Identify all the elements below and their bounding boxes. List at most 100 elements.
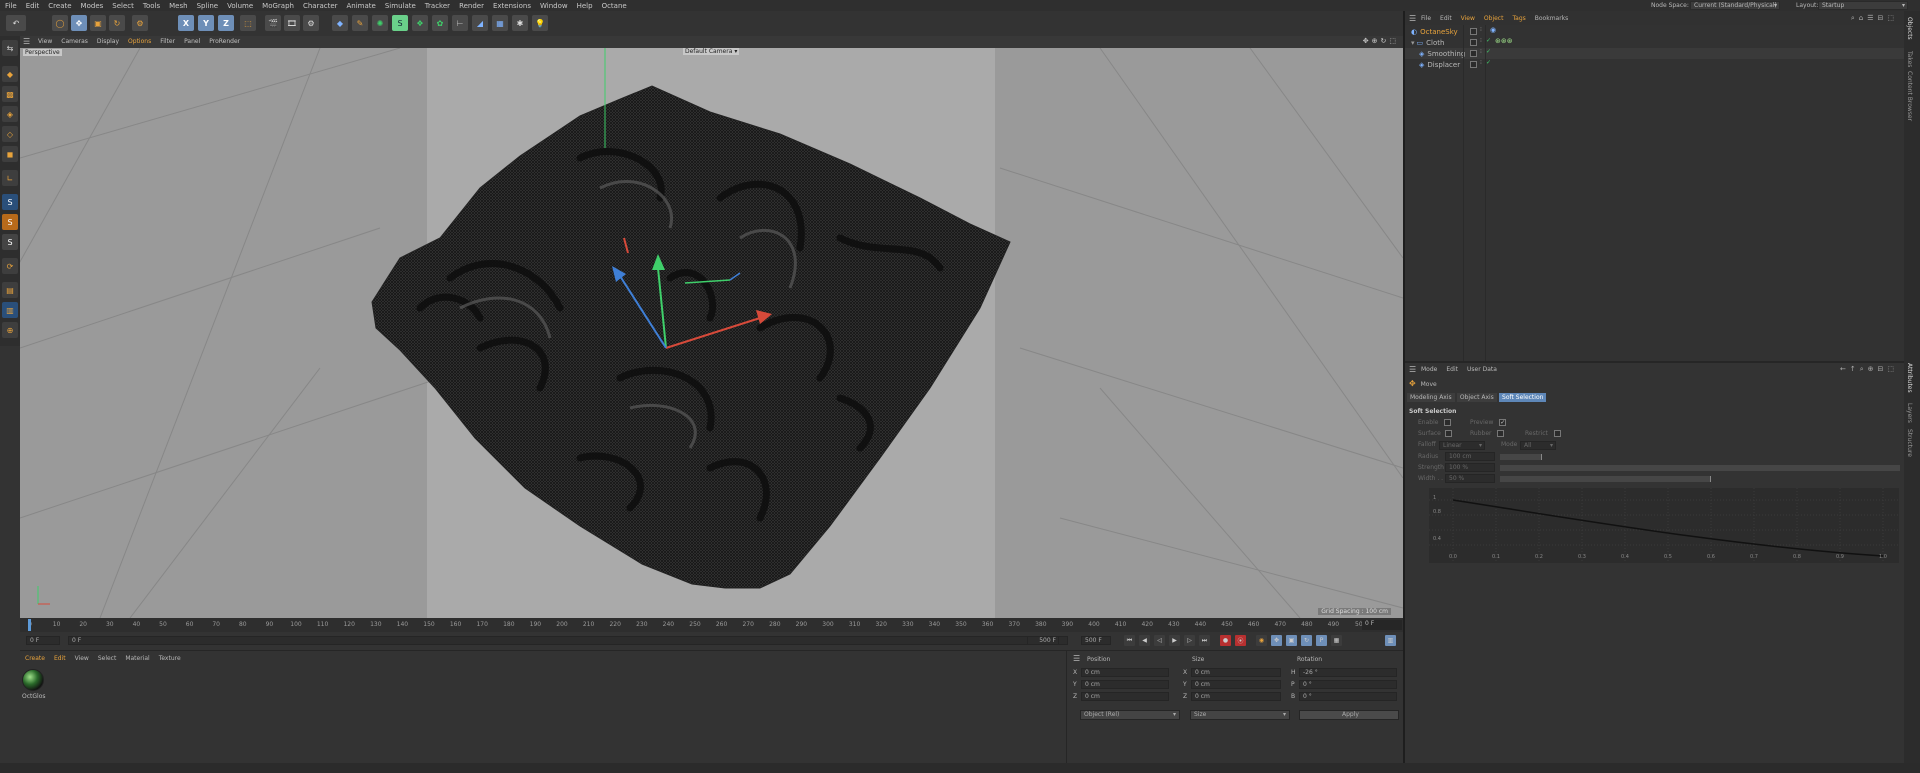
scale-icon[interactable]: ▣ bbox=[90, 15, 106, 31]
min-frame-field[interactable]: 0 F bbox=[68, 636, 1068, 645]
object-row-octanesky[interactable]: ◐ OctaneSky ⁝ ◉ bbox=[1405, 26, 1904, 37]
visibility-dots[interactable]: ⁝ bbox=[1480, 59, 1482, 66]
rotate-icon[interactable]: ↻ bbox=[109, 15, 125, 31]
object-menu-item-bookmarks[interactable]: Bookmarks bbox=[1535, 15, 1569, 22]
recent-tools-icon[interactable]: ⚙ bbox=[132, 15, 148, 31]
cloner-icon[interactable]: ❖ bbox=[412, 15, 428, 31]
viewport-menu-item-cameras[interactable]: Cameras bbox=[61, 38, 88, 45]
key-scale-icon[interactable]: ▣ bbox=[1286, 635, 1297, 646]
key-rotation-icon[interactable]: ↻ bbox=[1301, 635, 1312, 646]
object-menu-item-edit[interactable]: Edit bbox=[1440, 15, 1452, 22]
falloff-graph-canvas[interactable] bbox=[1429, 488, 1899, 563]
octane-object-icon[interactable]: S bbox=[2, 214, 18, 230]
cloth-tag-icons[interactable]: ⊛⊛⊛ bbox=[1495, 37, 1513, 45]
record-icon[interactable]: ● bbox=[1220, 635, 1231, 646]
layer-checkbox[interactable] bbox=[1470, 50, 1477, 57]
goto-start-icon[interactable]: ⏮ bbox=[1124, 635, 1135, 646]
current-frame-field[interactable]: 0 F bbox=[1362, 620, 1402, 630]
tab-content-browser[interactable]: Content Browser bbox=[1906, 71, 1913, 121]
menu-item-edit[interactable]: Edit bbox=[26, 2, 40, 10]
radius-slider[interactable] bbox=[1500, 454, 1542, 460]
keyframe-selection-icon[interactable]: ◉ bbox=[1256, 635, 1267, 646]
viewport-menu-item-filter[interactable]: Filter bbox=[160, 38, 175, 45]
material-swatch[interactable] bbox=[22, 669, 44, 691]
timeline-layout-icon[interactable]: ▥ bbox=[1385, 635, 1396, 646]
falloff-dropdown[interactable]: Linear ▾ bbox=[1439, 441, 1485, 450]
playhead[interactable] bbox=[28, 619, 31, 631]
visibility-dots[interactable]: ⁝ bbox=[1480, 26, 1482, 33]
goto-end-icon[interactable]: ⏭ bbox=[1199, 635, 1210, 646]
mode-dropdown[interactable]: All ▾ bbox=[1520, 441, 1556, 450]
octane-material-icon[interactable]: ⊕ bbox=[2, 322, 18, 338]
key-position-icon[interactable]: ✥ bbox=[1271, 635, 1282, 646]
object-menu-item-object[interactable]: Object bbox=[1484, 15, 1504, 22]
width-field[interactable]: 50 % bbox=[1445, 474, 1495, 483]
restrict-checkbox[interactable] bbox=[1553, 430, 1561, 437]
tab-modeling-axis[interactable]: Modeling Axis bbox=[1407, 393, 1455, 402]
material-name[interactable]: OctGlos bbox=[22, 693, 46, 700]
menu-item-create[interactable]: Create bbox=[48, 2, 71, 10]
object-manager-tools[interactable]: ⌕⌂☰⊟⬚ bbox=[1851, 14, 1898, 23]
x-axis-icon[interactable]: X bbox=[178, 15, 194, 31]
symmetry-icon[interactable]: ⊢ bbox=[452, 15, 468, 31]
make-editable-icon[interactable]: ⇆ bbox=[2, 40, 18, 56]
viewport-menu-item-view[interactable]: View bbox=[38, 38, 52, 45]
enable-check-icon[interactable]: ✓ bbox=[1486, 59, 1491, 66]
strength-slider[interactable] bbox=[1500, 465, 1900, 471]
cube-icon[interactable]: ◆ bbox=[332, 15, 348, 31]
node-space-dropdown[interactable]: Current (Standard/Physical) ▾ bbox=[1690, 1, 1780, 10]
attribute-menu-item-edit[interactable]: Edit bbox=[1446, 366, 1458, 373]
material-menu-item-edit[interactable]: Edit bbox=[54, 655, 66, 662]
rotation-h-field[interactable]: -26 ° bbox=[1299, 668, 1397, 677]
menu-item-window[interactable]: Window bbox=[540, 2, 568, 10]
live-selection-icon[interactable]: ◯ bbox=[52, 15, 68, 31]
size-z-field[interactable]: 0 cm bbox=[1191, 692, 1281, 701]
tab-layers[interactable]: Layers bbox=[1906, 403, 1913, 423]
tab-soft-selection[interactable]: Soft Selection bbox=[1499, 393, 1547, 402]
menu-item-extensions[interactable]: Extensions bbox=[493, 2, 531, 10]
enable-checkbox[interactable] bbox=[1444, 419, 1452, 426]
object-menu-item-tags[interactable]: Tags bbox=[1512, 15, 1525, 22]
material-menu-item-create[interactable]: Create bbox=[25, 655, 45, 662]
attribute-menu-item-user-data[interactable]: User Data bbox=[1467, 366, 1497, 373]
viewport-nav-icons[interactable]: ✥⊕↻⬚ bbox=[1363, 37, 1399, 45]
object-row-smoothing[interactable]: ◈ Smoothing ⁝ ✓ bbox=[1405, 48, 1904, 59]
viewport-menu-item-panel[interactable]: Panel bbox=[184, 38, 200, 45]
menu-item-volume[interactable]: Volume bbox=[227, 2, 253, 10]
attribute-nav-icons[interactable]: ←↑⌕⊕⊟⬚ bbox=[1840, 365, 1898, 374]
octane-live-icon[interactable]: S bbox=[2, 194, 18, 210]
octane-settings-icon[interactable]: S bbox=[2, 234, 18, 250]
subdivision-icon[interactable]: ✺ bbox=[372, 15, 388, 31]
viewport-menu-item-options[interactable]: Options bbox=[128, 38, 151, 45]
menu-item-help[interactable]: Help bbox=[577, 2, 593, 10]
light-icon[interactable]: ✱ bbox=[512, 15, 528, 31]
menu-item-render[interactable]: Render bbox=[459, 2, 484, 10]
layer-checkbox[interactable] bbox=[1470, 39, 1477, 46]
menu-item-animate[interactable]: Animate bbox=[347, 2, 376, 10]
start-frame-field[interactable]: 0 F bbox=[26, 636, 60, 645]
enable-snap-icon[interactable]: ⟳ bbox=[2, 258, 18, 274]
texture-mode-icon[interactable]: ▩ bbox=[2, 86, 18, 102]
coordinate-mode-dropdown[interactable]: Object (Rel) ▾ bbox=[1080, 710, 1180, 720]
coordinate-system-icon[interactable]: ⬚ bbox=[240, 15, 256, 31]
menu-item-tracker[interactable]: Tracker bbox=[425, 2, 450, 10]
end-frame-field[interactable]: 500 F bbox=[1081, 636, 1111, 645]
position-x-field[interactable]: 0 cm bbox=[1081, 668, 1169, 677]
object-menu-item-view[interactable]: View bbox=[1461, 15, 1475, 22]
workplane-icon[interactable]: ▤ bbox=[2, 282, 18, 298]
polygons-mode-icon[interactable]: ◼ bbox=[2, 146, 18, 162]
undo-icon[interactable]: ↶ bbox=[6, 15, 26, 31]
z-axis-icon[interactable]: Z bbox=[218, 15, 234, 31]
snap-settings-icon[interactable]: ▥ bbox=[2, 302, 18, 318]
menu-item-select[interactable]: Select bbox=[112, 2, 134, 10]
play-icon[interactable]: ▶ bbox=[1169, 635, 1180, 646]
volume-builder-icon[interactable]: ✿ bbox=[432, 15, 448, 31]
tab-object-axis[interactable]: Object Axis bbox=[1456, 393, 1497, 402]
light-bulb-icon[interactable]: 💡 bbox=[532, 15, 548, 31]
attribute-menu-item-mode[interactable]: Mode bbox=[1421, 366, 1437, 373]
material-menu-item-material[interactable]: Material bbox=[125, 655, 149, 662]
menu-item-tools[interactable]: Tools bbox=[143, 2, 160, 10]
tab-attributes[interactable]: Attributes bbox=[1906, 363, 1913, 393]
enable-check-icon[interactable]: ✓ bbox=[1486, 48, 1491, 55]
floor-icon[interactable]: ◢ bbox=[472, 15, 488, 31]
